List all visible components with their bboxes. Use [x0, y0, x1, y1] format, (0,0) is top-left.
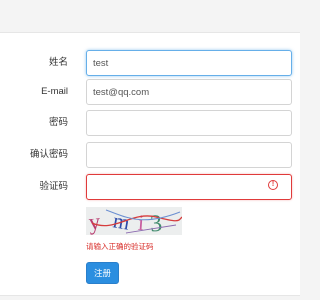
captcha-error-message: 请输入正确的验证码: [86, 242, 154, 251]
captcha-row: 验证码 !: [0, 174, 300, 200]
email-row: E-mail: [0, 79, 300, 105]
captcha-label: 验证码: [39, 181, 68, 192]
captcha-char-4: 3: [149, 211, 163, 235]
name-row: 姓名: [0, 50, 300, 76]
exclamation-circle-icon: !: [268, 180, 278, 190]
registration-form: 姓名 E-mail 密码 确认密码 验证码 !: [0, 32, 300, 296]
confirm-password-input[interactable]: [86, 142, 292, 168]
email-input[interactable]: [86, 79, 292, 105]
captcha-image-graphic: y m i 3: [86, 207, 183, 238]
confirm-password-row: 确认密码: [0, 142, 300, 168]
confirm-password-label: 确认密码: [29, 149, 68, 160]
name-input[interactable]: [86, 50, 292, 76]
captcha-image[interactable]: y m i 3: [86, 207, 183, 238]
email-label: E-mail: [41, 86, 68, 97]
captcha-input[interactable]: [86, 174, 292, 200]
password-label: 密码: [48, 117, 68, 128]
password-input[interactable]: [86, 110, 292, 136]
register-button[interactable]: 注册: [86, 262, 119, 284]
password-row: 密码: [0, 110, 300, 136]
name-label: 姓名: [48, 57, 68, 68]
